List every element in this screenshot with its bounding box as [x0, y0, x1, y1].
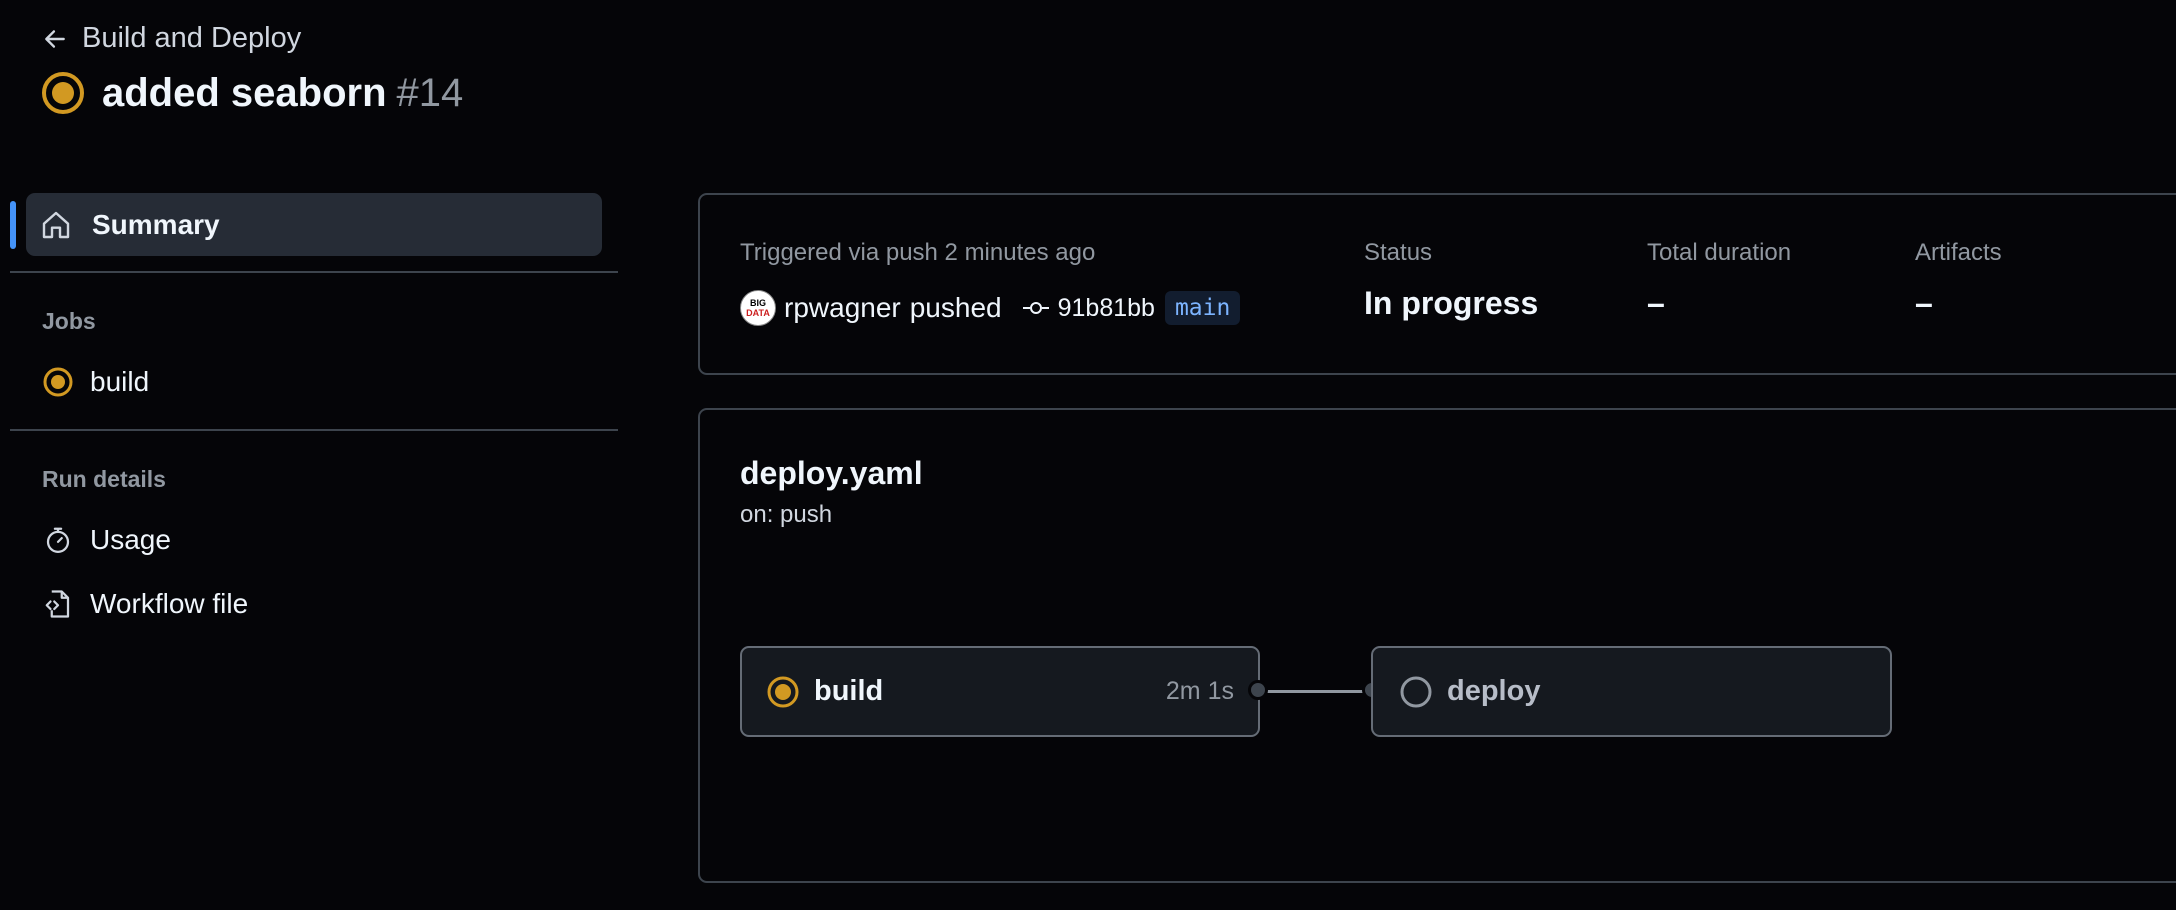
- branch-badge[interactable]: main: [1164, 291, 1241, 325]
- avatar[interactable]: BIG DATA: [740, 290, 776, 326]
- push-info: BIG DATA rpwagner pushed 91b81bb main: [740, 290, 1241, 326]
- duration-label: Total duration: [1647, 239, 1792, 266]
- jobs-heading: Jobs: [42, 308, 96, 334]
- in-progress-status-icon: [767, 676, 799, 707]
- job-name: build: [814, 675, 884, 707]
- in-progress-status-icon: [42, 72, 84, 114]
- artifacts-label: Artifacts: [1915, 239, 2002, 266]
- sidebar-item-usage[interactable]: Usage: [42, 524, 171, 556]
- sidebar-item-summary[interactable]: Summary: [26, 193, 602, 256]
- file-code-icon: [42, 588, 74, 620]
- job-node-deploy[interactable]: deploy: [1371, 646, 1892, 737]
- commit-link[interactable]: 91b81bb: [1022, 294, 1155, 323]
- sidebar-item-label: Summary: [92, 208, 220, 240]
- artifacts-value: –: [1915, 285, 1933, 321]
- commit-sha: 91b81bb: [1057, 293, 1155, 322]
- job-name: deploy: [1447, 675, 1541, 707]
- sidebar-item-workflow-file[interactable]: Workflow file: [42, 588, 248, 620]
- sidebar-item-label: Workflow file: [90, 588, 249, 619]
- sidebar-divider: [10, 271, 618, 273]
- run-details-heading: Run details: [42, 466, 166, 492]
- connector-dot: [1248, 680, 1268, 700]
- back-link-label: Build and Deploy: [82, 22, 302, 54]
- sidebar-item-build[interactable]: build: [42, 366, 149, 398]
- arrow-left-icon: [45, 29, 65, 48]
- duration-value: –: [1647, 285, 1665, 321]
- active-indicator: [10, 201, 16, 249]
- trigger-text: Triggered via push 2 minutes ago: [740, 239, 1096, 266]
- status-label: Status: [1364, 239, 1433, 266]
- queued-status-icon: [1400, 676, 1432, 707]
- status-value: In progress: [1364, 285, 1539, 321]
- job-node-build[interactable]: build 2m 1s: [740, 646, 1260, 737]
- home-icon: [42, 211, 70, 238]
- workflow-trigger: on: push: [740, 501, 833, 528]
- sidebar-item-label: build: [90, 366, 150, 397]
- back-link[interactable]: Build and Deploy: [42, 22, 301, 55]
- actor-link[interactable]: rpwagner: [784, 292, 901, 324]
- job-duration: 2m 1s: [1165, 677, 1234, 705]
- in-progress-status-icon: [42, 366, 74, 398]
- job-connector: [1260, 690, 1371, 693]
- run-number: #14: [396, 70, 464, 115]
- stopwatch-icon: [42, 524, 74, 556]
- sidebar-item-label: Usage: [90, 524, 171, 555]
- run-title: added seaborn: [102, 70, 387, 115]
- git-commit-icon: [1022, 302, 1049, 314]
- sidebar-divider: [10, 429, 618, 431]
- workflow-file-name[interactable]: deploy.yaml: [740, 455, 923, 492]
- page-title: added seaborn #14: [40, 70, 463, 116]
- push-action: pushed: [909, 292, 1002, 323]
- run-summary-card: [698, 193, 2176, 375]
